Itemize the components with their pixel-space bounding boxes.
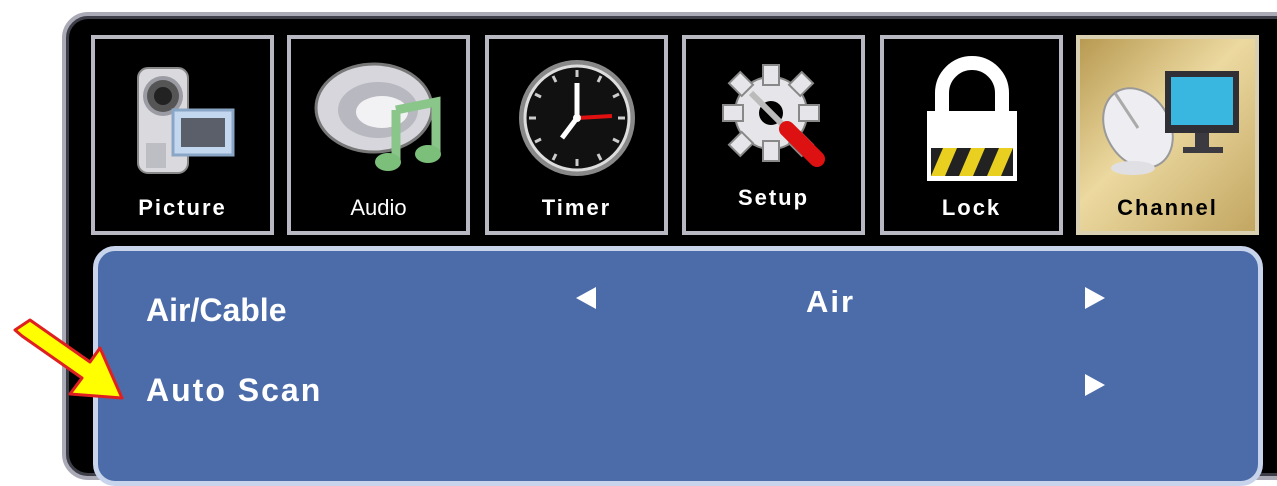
- camcorder-icon: [95, 43, 270, 193]
- tab-timer[interactable]: Timer: [485, 35, 668, 235]
- tab-picture[interactable]: Picture: [91, 35, 274, 235]
- tab-setup[interactable]: Setup: [682, 35, 865, 235]
- auto-scan-label[interactable]: Auto Scan: [146, 372, 322, 409]
- tab-label: Lock: [941, 195, 1002, 220]
- speaker-music-icon: [291, 43, 466, 193]
- right-arrow-icon[interactable]: [1085, 287, 1105, 309]
- tab-label: Channel: [1117, 195, 1218, 220]
- pointer-arrow-icon: [10, 318, 130, 413]
- left-arrow-icon[interactable]: [576, 287, 596, 309]
- settings-panel: [93, 246, 1263, 486]
- tab-label: Timer: [541, 195, 612, 220]
- right-arrow-icon[interactable]: [1085, 374, 1105, 396]
- tab-audio[interactable]: Audio: [287, 35, 470, 235]
- tab-label: Setup: [737, 185, 810, 210]
- air-cable-value: Air: [806, 284, 856, 319]
- tab-label: Audio: [350, 195, 407, 220]
- padlock-icon: [884, 43, 1059, 193]
- clock-icon: [489, 43, 664, 193]
- air-cable-label: Air/Cable: [146, 292, 287, 328]
- gear-screwdriver-icon: [686, 43, 861, 193]
- tab-channel[interactable]: Channel: [1076, 35, 1259, 235]
- satellite-monitor-icon: [1080, 43, 1255, 193]
- tab-lock[interactable]: Lock: [880, 35, 1063, 235]
- tab-label: Picture: [138, 195, 227, 220]
